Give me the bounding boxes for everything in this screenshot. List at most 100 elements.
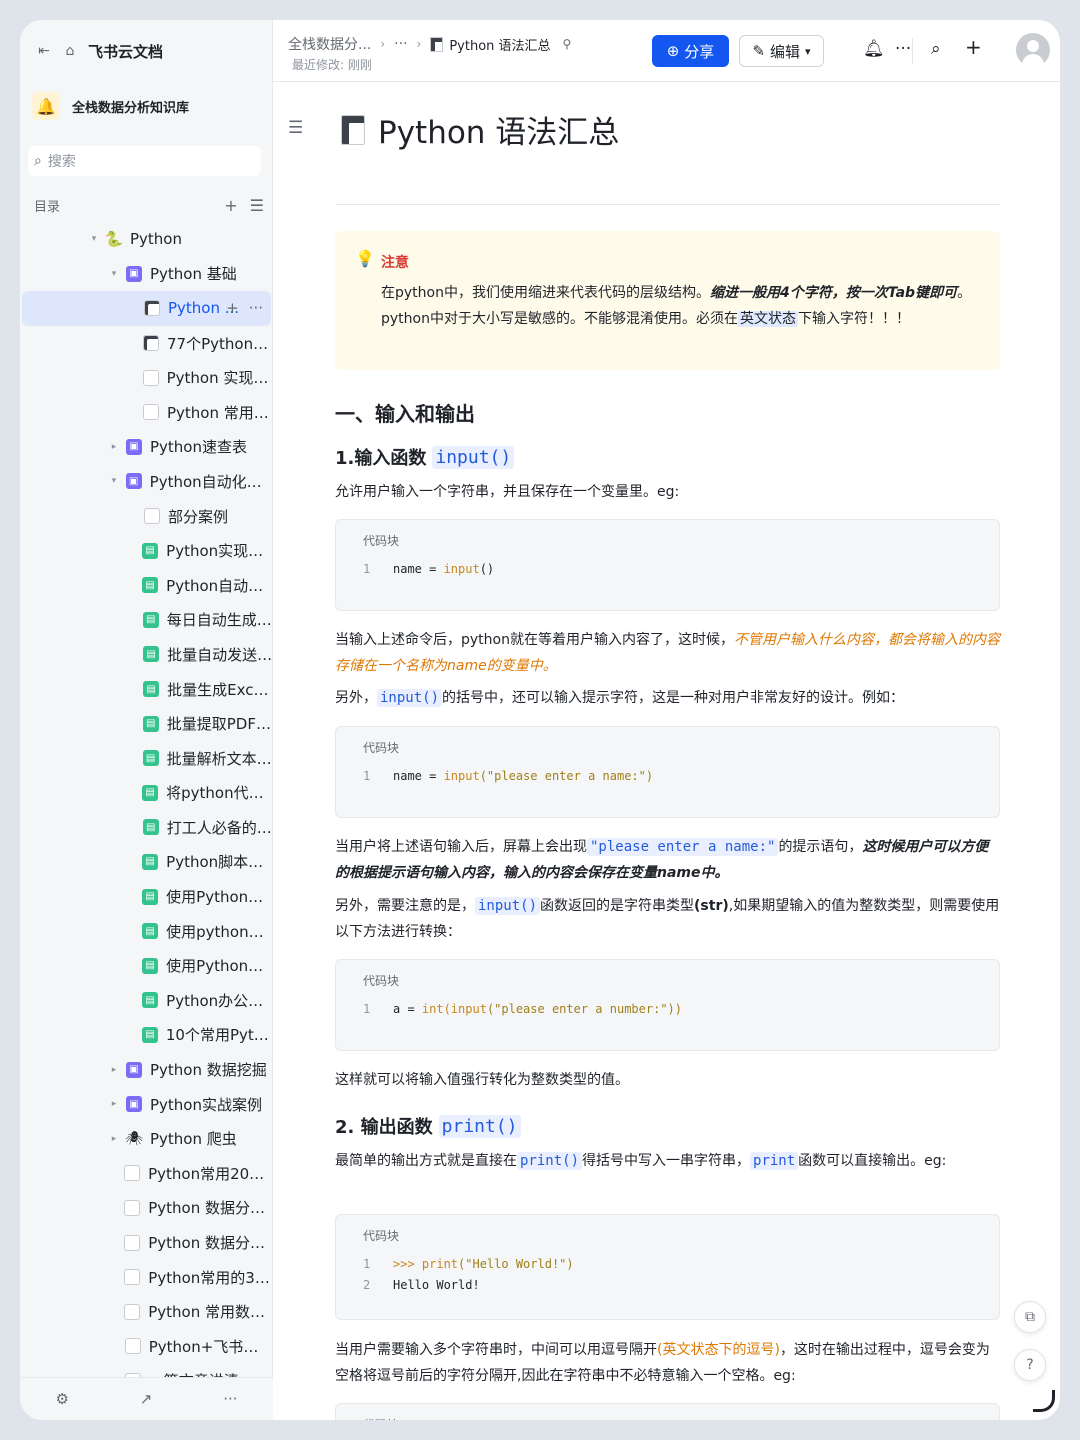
list-view-icon[interactable]: ☰ <box>250 196 264 215</box>
tree-item[interactable]: ▤ 打工人必备的十... <box>20 810 273 845</box>
tree-item[interactable]: ▤ Python脚本打包... <box>20 845 273 880</box>
tree-item[interactable]: Python常用20个Ex... <box>20 1156 273 1191</box>
tree-item-label: Python常用的36种... <box>148 1268 273 1287</box>
caret-right-icon[interactable]: ▸ <box>108 1065 120 1075</box>
wiki-node-icon: ▤ <box>142 923 159 940</box>
outline-icon[interactable]: ☰ <box>288 118 303 138</box>
tree-item[interactable]: ▾ ▣ Python自动化办公 <box>20 464 273 499</box>
tree-item[interactable]: ▤ 使用python实现... <box>20 914 273 949</box>
wiki-node-icon: ▤ <box>142 784 159 801</box>
text: 当用户需要输入多个字符串时，中间可以用逗号隔开 <box>335 1342 657 1358</box>
space-header[interactable]: 🔔 全栈数据分析知识库 <box>32 92 189 120</box>
caret-down-icon[interactable]: ▾ <box>108 269 120 279</box>
search-icon[interactable]: ⌕ <box>931 39 941 59</box>
page-title-text[interactable]: Python 语法汇总 <box>378 107 619 152</box>
home-icon[interactable]: ⌂ <box>60 43 80 59</box>
settings-icon[interactable]: ⚙ <box>55 1390 68 1408</box>
collapse-sidebar-icon[interactable]: ⇤ <box>34 43 54 59</box>
code-block[interactable]: 代码块 1 name = input("please enter a name:"… <box>335 726 1000 818</box>
tree-item[interactable]: ▸ ▣ Python 数据挖掘 <box>20 1052 273 1087</box>
help-icon[interactable]: ? <box>1014 1349 1046 1381</box>
more-icon[interactable]: ··· <box>895 39 911 59</box>
tree-item[interactable]: ▤ 10个常用Python... <box>20 1018 273 1053</box>
chevron-down-icon: ▾ <box>805 44 811 58</box>
breadcrumb-ellipsis[interactable]: ··· <box>394 36 407 52</box>
tree-item[interactable]: ▤ 批量提取PDF数... <box>20 706 273 741</box>
tree-item[interactable]: ▾ ▣ Python 基础 <box>20 257 273 292</box>
caret-right-icon[interactable]: ▸ <box>108 1099 120 1109</box>
code-text: name = <box>393 769 444 783</box>
tree-item[interactable]: ▤ 批量自动发送E... <box>20 637 273 672</box>
tree-item[interactable]: Python 数据分析与... <box>20 1225 273 1260</box>
tree-item[interactable]: ▤ 将python代码打... <box>20 776 273 811</box>
tree-item[interactable]: ▤ 批量解析文本数据 <box>20 741 273 776</box>
doc-icon <box>124 1303 141 1320</box>
breadcrumb-doc-icon <box>430 36 444 52</box>
text: 当用户将上述语句输入后，屏幕上会出现 <box>335 839 587 855</box>
search-input[interactable]: ⌕ 搜索 <box>28 146 261 176</box>
tree-item[interactable]: ▤ 使用Python实现... <box>20 879 273 914</box>
share-label: 分享 <box>684 42 715 61</box>
callout-body: 在python中，我们使用缩进来代表代码的层级结构。缩进一般用4个字符，按一次T… <box>381 280 981 332</box>
doc-icon <box>124 1338 141 1355</box>
heading-input-function: 1.输入函数 input() <box>335 444 515 470</box>
tree-item[interactable]: ▸ ▣ Python实战案例 <box>20 1087 273 1122</box>
tree-item[interactable]: Python 数据分析与... <box>20 1191 273 1226</box>
text: 的括号中，还可以输入提示字符，这是一种对用户非常友好的设计。例如： <box>442 690 905 706</box>
share-out-icon[interactable]: ↗ <box>140 1390 153 1408</box>
heading-1: 一、输入和输出 <box>335 402 475 426</box>
edit-label: 编辑 <box>770 42 801 61</box>
code-function: input <box>443 562 480 576</box>
tree-item[interactable]: ▸ ▣ Python速查表 <box>20 430 273 465</box>
tree-item[interactable]: Python ... + ··· <box>22 291 271 326</box>
doc-icon <box>143 335 160 352</box>
edit-mode-button[interactable]: ✎ 编辑 ▾ <box>739 35 824 67</box>
caret-right-icon[interactable]: ▸ <box>108 1134 120 1144</box>
tree-item-label: 批量生成Excel... <box>167 680 273 699</box>
caret-right-icon[interactable]: ▸ <box>108 442 120 452</box>
add-icon[interactable]: + <box>965 35 982 59</box>
add-icon[interactable]: + <box>224 196 237 215</box>
tree-item-label: 使用Python实现... <box>166 888 273 907</box>
share-button[interactable]: ⊕ 分享 <box>652 35 729 67</box>
doc-icon <box>142 404 159 421</box>
wiki-node-icon: ▤ <box>142 542 159 559</box>
tree-item[interactable]: Python常用的36种... <box>20 1260 273 1295</box>
code-block[interactable]: 代码块 <box>335 1403 1000 1420</box>
caret-down-icon[interactable]: ▾ <box>88 234 100 244</box>
code-block[interactable]: 代码块 1 name = input() <box>335 519 1000 611</box>
tree-item[interactable]: 77个Python常... <box>20 326 273 361</box>
brand-name[interactable]: 飞书云文档 <box>88 41 163 62</box>
doc-icon <box>124 1234 141 1251</box>
tree-item[interactable]: ▤ Python实现自动... <box>20 533 273 568</box>
code-function: input <box>443 769 480 783</box>
tree-item[interactable]: Python 常用语... <box>20 395 273 430</box>
breadcrumb-current[interactable]: Python 语法汇总 <box>449 35 550 54</box>
tree-item[interactable]: Python 实现12... <box>20 360 273 395</box>
tree-item[interactable]: ▤ 批量生成Excel... <box>20 672 273 707</box>
copy-link-icon[interactable]: ⧉ <box>1014 1301 1046 1333</box>
tree-item[interactable]: ▸ 🕷 Python 爬虫 <box>20 1121 273 1156</box>
tree-item[interactable]: Python 常用数据结... <box>20 1294 273 1329</box>
code-block[interactable]: 代码块 1 >>> print("Hello World!") 2 Hello Wo… <box>335 1214 1000 1320</box>
doc-icon <box>144 508 160 525</box>
more-icon[interactable]: ··· <box>249 299 263 317</box>
pin-icon[interactable]: ⚲ <box>563 37 572 51</box>
tree-item[interactable]: 部分案例 <box>20 499 273 534</box>
notification-icon[interactable]: 🔔︎ <box>863 39 885 59</box>
tree-item[interactable]: ▤ Python办公自动... <box>20 983 273 1018</box>
code-block[interactable]: 代码块 1 a = int(input("please enter a numbe… <box>335 959 1000 1051</box>
more-icon[interactable]: ··· <box>223 1390 237 1408</box>
tree-item[interactable]: ▤ 使用Python实现... <box>20 948 273 983</box>
tree-item-label: Python 基础 <box>150 265 237 284</box>
tree-item[interactable]: Python+飞书多维... <box>20 1329 273 1364</box>
breadcrumb-space[interactable]: 全栈数据分... <box>288 34 371 54</box>
avatar[interactable] <box>1016 33 1050 67</box>
tree-item[interactable]: ▤ Python自动化办... <box>20 568 273 603</box>
add-icon[interactable]: + <box>226 299 239 317</box>
tree-item[interactable]: ▤ 每日自动生成数... <box>20 603 273 638</box>
tree-item[interactable]: ▾ 🐍 Python <box>20 222 273 257</box>
caret-down-icon[interactable]: ▾ <box>108 476 120 486</box>
tree-item[interactable]: 一篇文章讲清pyth... <box>20 1364 273 1377</box>
wiki-node-icon: ▤ <box>141 1026 158 1043</box>
